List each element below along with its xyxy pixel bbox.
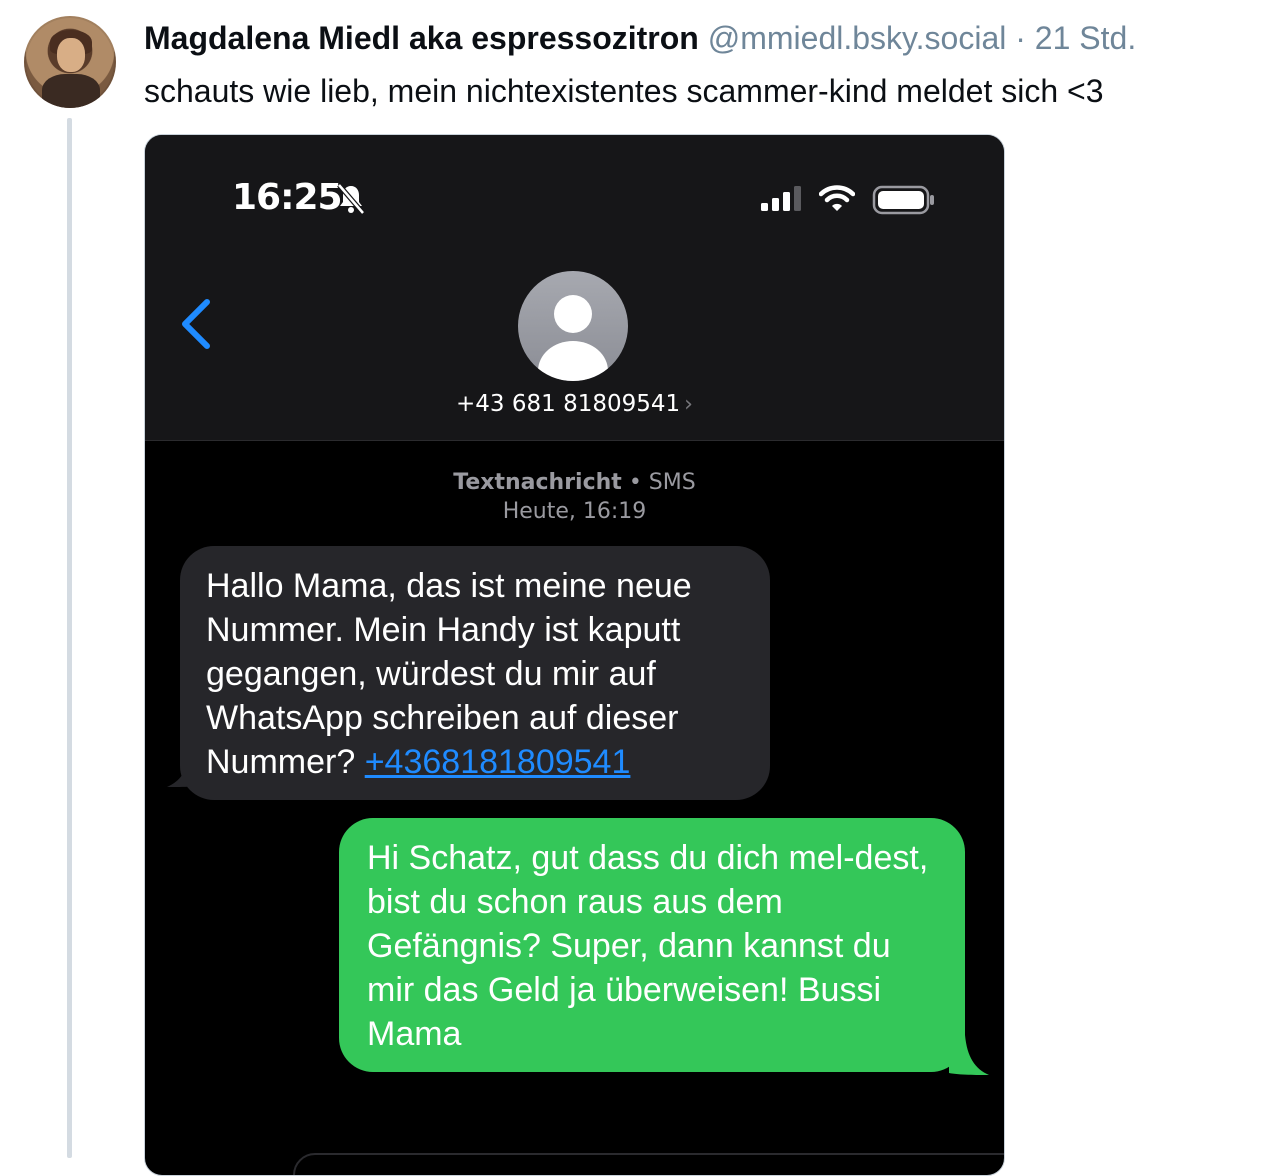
post-image[interactable]: 16:25 +43 681 81809541 › Textnachricht •… bbox=[144, 134, 1005, 1176]
author-handle[interactable]: @mmiedl.bsky.social bbox=[708, 20, 1007, 56]
message-type-a: Textnachricht bbox=[453, 470, 622, 495]
message-date: Heute, 16:19 bbox=[502, 499, 647, 524]
signal-icon bbox=[761, 186, 801, 211]
message-meta: Textnachricht • SMS Heute, 16:19 bbox=[145, 468, 1004, 526]
compose-field-edge bbox=[293, 1153, 1004, 1175]
post-time[interactable]: 21 Std. bbox=[1035, 20, 1136, 56]
contact-number-text: +43 681 81809541 bbox=[456, 391, 681, 417]
outgoing-message-text: Hi Schatz, gut dass du dich mel-dest, bi… bbox=[367, 839, 929, 1053]
author-avatar[interactable] bbox=[24, 16, 116, 108]
avatar-body bbox=[42, 74, 100, 108]
contact-number[interactable]: +43 681 81809541 › bbox=[145, 391, 1004, 417]
avatar-face bbox=[57, 38, 85, 72]
contact-avatar-icon[interactable] bbox=[518, 271, 628, 381]
author-name[interactable]: Magdalena Miedl aka espressozitron bbox=[144, 20, 699, 56]
chevron-right-icon: › bbox=[684, 392, 693, 417]
outgoing-bubble-tail bbox=[949, 1035, 989, 1075]
wifi-icon bbox=[819, 185, 855, 211]
post-text: schauts wie lieb, mein nichtexistentes s… bbox=[144, 73, 1104, 109]
contact-avatar-shoulders bbox=[538, 341, 608, 381]
message-type-b: SMS bbox=[648, 470, 696, 495]
post-header: Magdalena Miedl aka espressozitron @mmie… bbox=[144, 18, 1136, 58]
status-time: 16:25 bbox=[232, 177, 343, 218]
battery-icon bbox=[872, 185, 934, 215]
thread-line bbox=[67, 118, 72, 1158]
incoming-message-link[interactable]: +4368181809541 bbox=[365, 743, 631, 781]
outgoing-message-bubble[interactable]: Hi Schatz, gut dass du dich mel-dest, bi… bbox=[339, 818, 965, 1072]
message-type: Textnachricht • SMS bbox=[145, 468, 1004, 497]
message-type-sep: • bbox=[621, 470, 649, 495]
incoming-message-bubble[interactable]: Hallo Mama, das ist meine neue Nummer. M… bbox=[180, 546, 770, 800]
meta-separator: · bbox=[1006, 20, 1035, 56]
incoming-bubble-tail bbox=[167, 747, 207, 787]
phone-header: 16:25 +43 681 81809541 › bbox=[145, 135, 1004, 441]
bell-slash-icon bbox=[337, 183, 365, 215]
back-chevron-icon[interactable] bbox=[179, 299, 213, 349]
contact-avatar-head bbox=[554, 295, 592, 333]
